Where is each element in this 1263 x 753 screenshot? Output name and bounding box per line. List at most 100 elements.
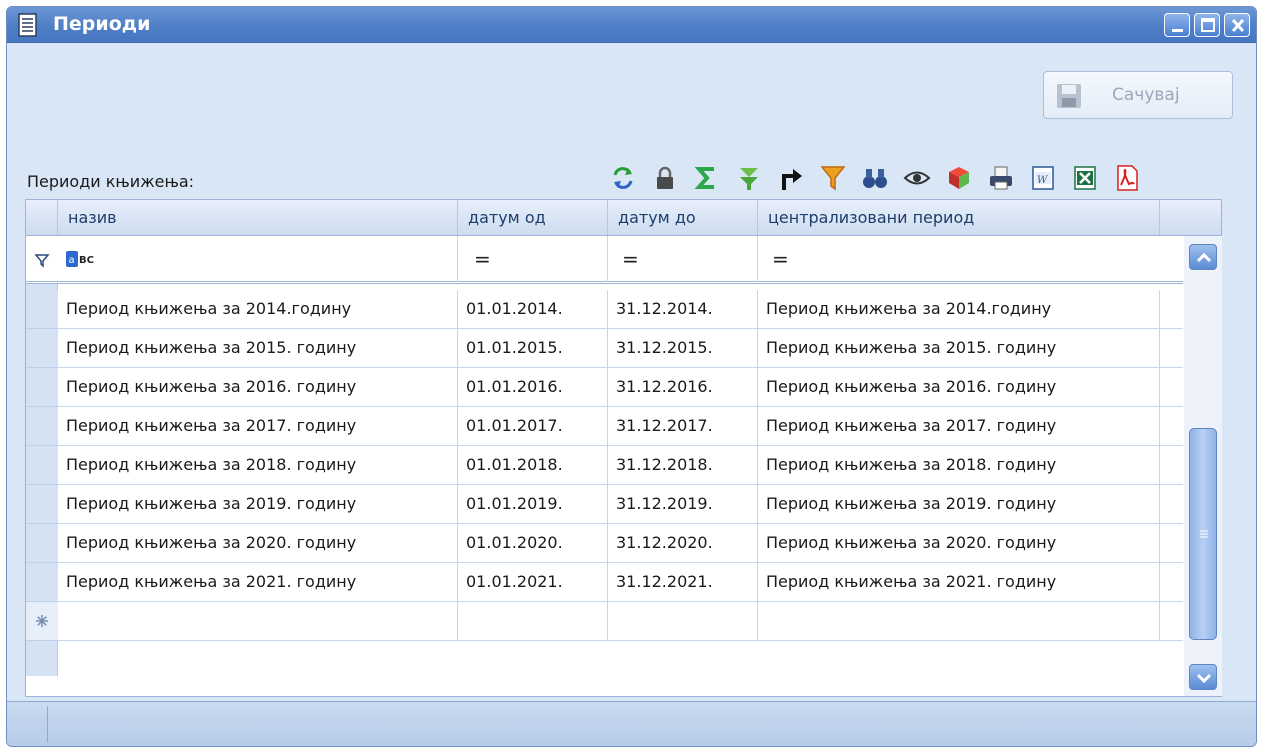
filter-date-to-cell[interactable]: =: [608, 236, 758, 282]
cell-name[interactable]: Период књижења за 2021. годину: [58, 563, 458, 601]
cell-centralized-period[interactable]: Период књижења за 2021. годину: [758, 563, 1160, 601]
scroll-thumb[interactable]: [1189, 428, 1217, 640]
word-export-icon[interactable]: W: [1029, 164, 1057, 192]
cell-name[interactable]: Период књижења за 2019. годину: [58, 485, 458, 523]
save-button[interactable]: Сачувај: [1043, 71, 1233, 119]
vertical-scrollbar[interactable]: [1184, 236, 1222, 696]
cell-date-from[interactable]: 01.01.2019.: [458, 485, 608, 523]
new-row-cell[interactable]: [58, 602, 458, 640]
cell-date-to[interactable]: 31.12.2016.: [608, 368, 758, 406]
row-indicator[interactable]: [26, 329, 58, 368]
cell-name[interactable]: Период књижења за 2018. годину: [58, 446, 458, 484]
table-row[interactable]: Период књижења за 2021. годину 01.01.202…: [58, 563, 1183, 602]
status-divider: [47, 706, 48, 742]
refresh-icon[interactable]: [609, 164, 637, 192]
maximize-button[interactable]: [1194, 13, 1220, 37]
lock-icon[interactable]: [651, 164, 679, 192]
cell-name[interactable]: Период књижења за 2014.годину: [58, 290, 458, 328]
table-row[interactable]: Период књижења за 2018. годину 01.01.201…: [58, 446, 1183, 485]
filter-date-from-cell[interactable]: =: [458, 236, 608, 282]
new-row-cell[interactable]: [458, 602, 608, 640]
header-corner: [26, 200, 58, 235]
pdf-export-icon[interactable]: [1113, 164, 1141, 192]
cell-name[interactable]: Период књижења за 2017. годину: [58, 407, 458, 445]
filter-icon[interactable]: [819, 164, 847, 192]
cell-date-from[interactable]: 01.01.2016.: [458, 368, 608, 406]
cell-name[interactable]: Период књижења за 2015. годину: [58, 329, 458, 367]
excel-export-icon[interactable]: [1071, 164, 1099, 192]
filter-row[interactable]: a BC = = =: [26, 236, 1183, 284]
table-row[interactable]: Период књижења за 2019. годину 01.01.201…: [58, 485, 1183, 524]
filter-equals-operator[interactable]: =: [622, 236, 639, 282]
redirect-icon[interactable]: [777, 164, 805, 192]
sum-icon[interactable]: [693, 164, 721, 192]
cell-date-to[interactable]: 31.12.2020.: [608, 524, 758, 562]
row-indicator[interactable]: [26, 485, 58, 524]
cell-name[interactable]: Период књижења за 2016. годину: [58, 368, 458, 406]
cell-date-from[interactable]: 01.01.2014.: [458, 290, 608, 328]
periods-label: Периоди књижења:: [27, 172, 195, 191]
table-row[interactable]: Период књижења за 2017. годину 01.01.201…: [58, 407, 1183, 446]
scroll-up-button[interactable]: [1189, 244, 1217, 270]
minimize-icon: [1172, 29, 1183, 32]
svg-text:BC: BC: [79, 255, 94, 266]
cell-centralized-period[interactable]: Период књижења за 2018. годину: [758, 446, 1160, 484]
filter-equals-operator[interactable]: =: [772, 236, 789, 282]
minimize-button[interactable]: [1164, 13, 1190, 37]
cell-date-from[interactable]: 01.01.2020.: [458, 524, 608, 562]
title-bar[interactable]: Периоди: [7, 7, 1256, 43]
maximize-icon: [1201, 18, 1215, 32]
scroll-down-button[interactable]: [1189, 664, 1217, 690]
row-indicator[interactable]: [26, 368, 58, 407]
abc-filter-icon[interactable]: a BC: [66, 251, 100, 267]
new-row-cell[interactable]: [758, 602, 1160, 640]
cell-centralized-period[interactable]: Период књижења за 2020. годину: [758, 524, 1160, 562]
view-icon[interactable]: [903, 164, 931, 192]
cell-centralized-period[interactable]: Период књижења за 2016. годину: [758, 368, 1160, 406]
table-row[interactable]: Период књижења за 2020. годину 01.01.202…: [58, 524, 1183, 563]
cell-date-to[interactable]: 31.12.2017.: [608, 407, 758, 445]
column-header-date-to[interactable]: датум до: [608, 200, 758, 235]
cell-date-from[interactable]: 01.01.2021.: [458, 563, 608, 601]
cell-date-from[interactable]: 01.01.2017.: [458, 407, 608, 445]
column-header-centralized-period[interactable]: централизовани период: [758, 200, 1160, 235]
chevron-down-icon: [1196, 673, 1212, 684]
table-row[interactable]: Период књижења за 2016. годину 01.01.201…: [58, 368, 1183, 407]
print-icon[interactable]: [987, 164, 1015, 192]
close-button[interactable]: [1224, 13, 1250, 37]
cell-name[interactable]: Период књижења за 2020. годину: [58, 524, 458, 562]
table-row[interactable]: Период књижења за 2014.годину 01.01.2014…: [58, 290, 1183, 329]
row-indicator[interactable]: [26, 407, 58, 446]
cell-centralized-period[interactable]: Период књижења за 2017. годину: [758, 407, 1160, 445]
cell-centralized-period[interactable]: Период књижења за 2015. годину: [758, 329, 1160, 367]
svg-text:a: a: [69, 255, 75, 266]
cell-date-from[interactable]: 01.01.2015.: [458, 329, 608, 367]
cell-date-to[interactable]: 31.12.2014.: [608, 290, 758, 328]
floppy-disk-icon: [1057, 84, 1081, 108]
new-row-indicator[interactable]: [26, 602, 58, 641]
cell-date-to[interactable]: 31.12.2021.: [608, 563, 758, 601]
cell-date-to[interactable]: 31.12.2019.: [608, 485, 758, 523]
grid-header: назив датум од датум до централизовани п…: [26, 200, 1221, 236]
layout-icon[interactable]: [945, 164, 973, 192]
grip-icon: [1200, 530, 1208, 538]
find-icon[interactable]: [861, 164, 889, 192]
cell-date-from[interactable]: 01.01.2018.: [458, 446, 608, 484]
row-indicator[interactable]: [26, 446, 58, 485]
filter-name-cell[interactable]: a BC: [58, 236, 458, 282]
cell-date-to[interactable]: 31.12.2018.: [608, 446, 758, 484]
cell-date-to[interactable]: 31.12.2015.: [608, 329, 758, 367]
row-indicator[interactable]: [26, 563, 58, 602]
expand-icon[interactable]: [735, 164, 763, 192]
filter-equals-operator[interactable]: =: [474, 236, 491, 282]
cell-centralized-period[interactable]: Период књижења за 2019. годину: [758, 485, 1160, 523]
filter-centralized-cell[interactable]: =: [758, 236, 1183, 282]
row-indicator[interactable]: [26, 524, 58, 563]
column-header-date-from[interactable]: датум од: [458, 200, 608, 235]
row-indicator[interactable]: [26, 290, 58, 329]
cell-centralized-period[interactable]: Период књижења за 2014.годину: [758, 290, 1160, 328]
new-row-cell[interactable]: [608, 602, 758, 640]
column-header-name[interactable]: назив: [58, 200, 458, 235]
new-row[interactable]: [58, 602, 1183, 641]
table-row[interactable]: Период књижења за 2015. годину 01.01.201…: [58, 329, 1183, 368]
